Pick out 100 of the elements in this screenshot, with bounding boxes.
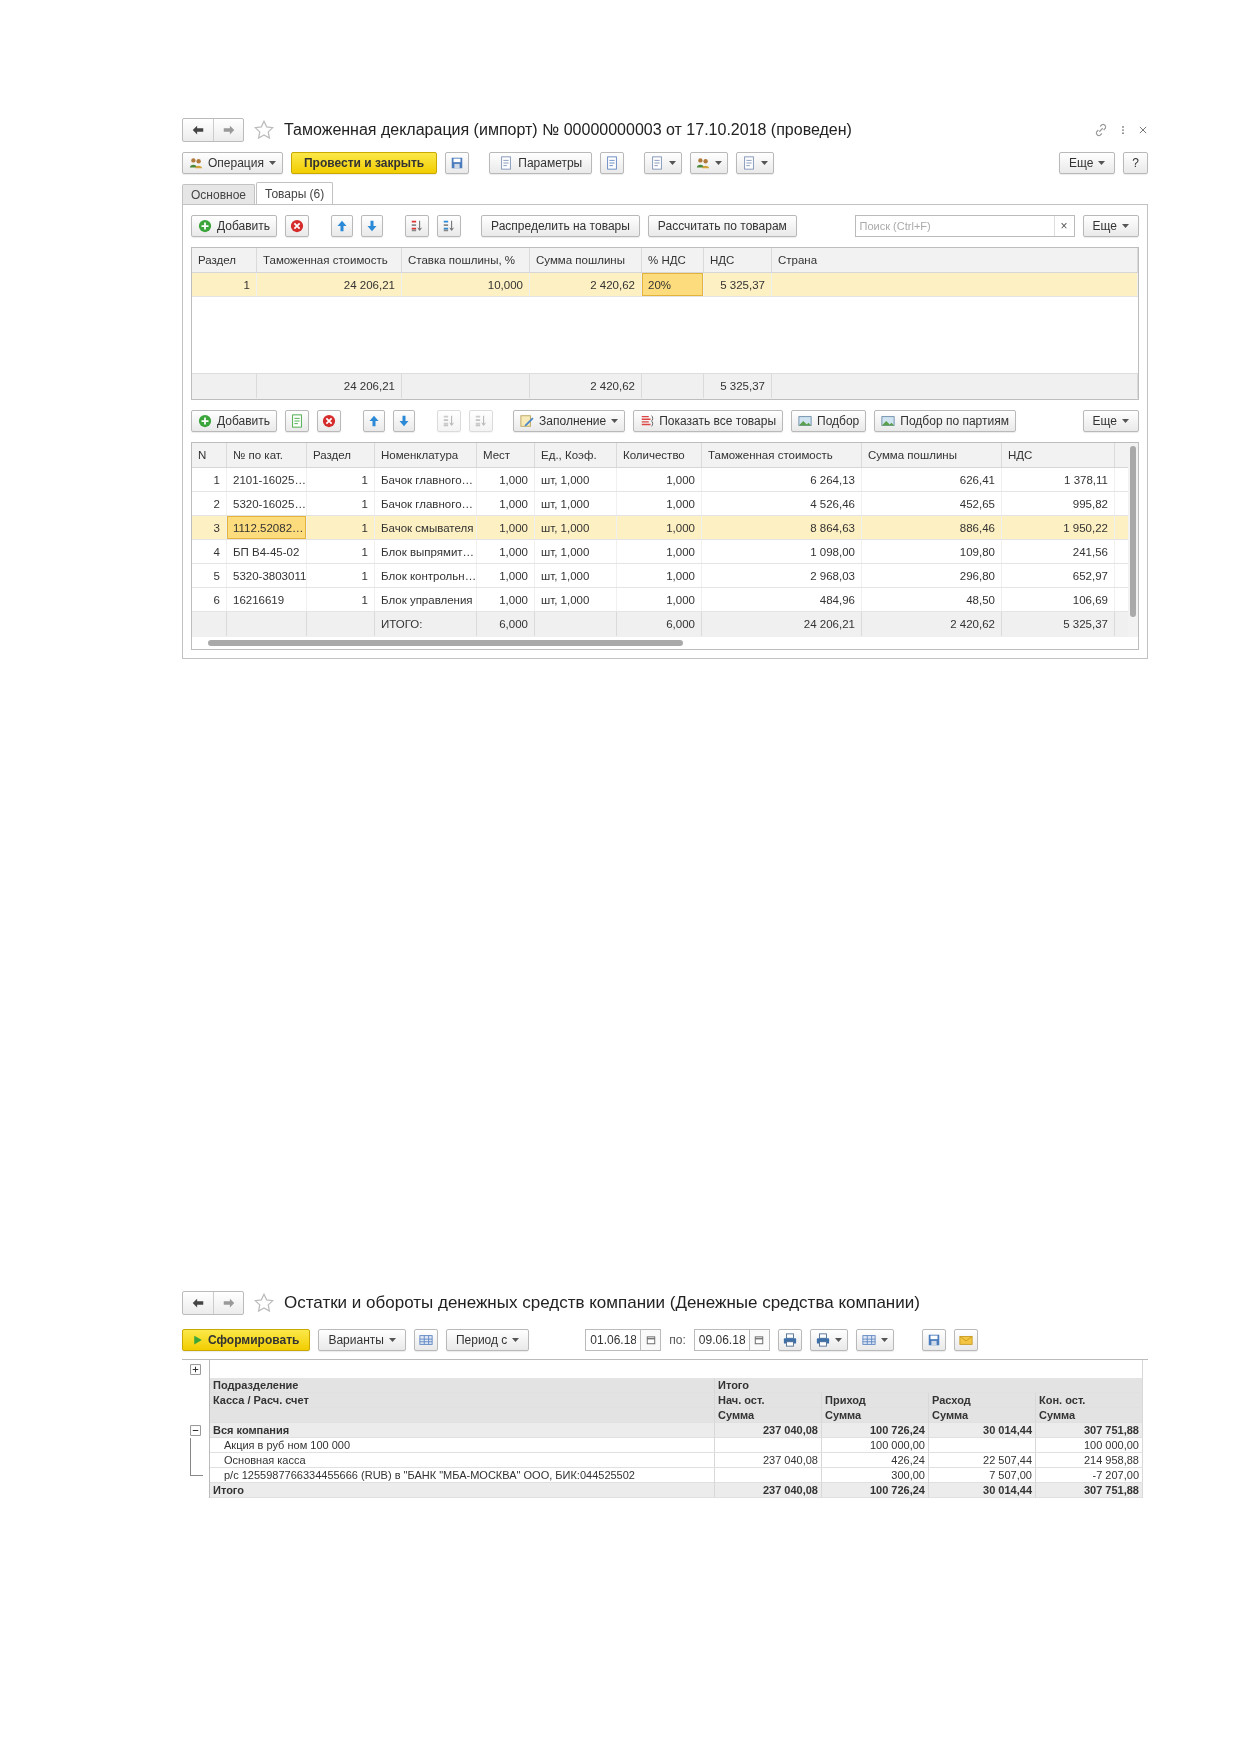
- move-down-button[interactable]: [393, 410, 416, 432]
- email-button[interactable]: [953, 1329, 978, 1351]
- header-cell: Приход: [822, 1393, 929, 1408]
- date-to-label: по:: [669, 1333, 686, 1347]
- add-button[interactable]: Добавить: [191, 410, 278, 432]
- column-header[interactable]: НДС: [1002, 443, 1115, 467]
- column-header[interactable]: Количество: [617, 443, 702, 467]
- column-header[interactable]: НДС: [704, 248, 772, 272]
- column-header[interactable]: Сумма пошлины: [862, 443, 1002, 467]
- table-row[interactable]: 4 БП В4-45-02 1 Блок выпрямит… 1,000 шт, 1,000 1,000 1 098,00 109,80 241,56: [192, 540, 1128, 564]
- column-header[interactable]: Раздел: [307, 443, 375, 467]
- date-from-field[interactable]: 01.06.18: [585, 1329, 642, 1351]
- link-icon: [1094, 123, 1108, 137]
- pick-button[interactable]: Подбор: [791, 410, 867, 432]
- caret-icon: [669, 161, 677, 165]
- column-header[interactable]: Страна: [772, 248, 1138, 272]
- more-button[interactable]: Еще: [1082, 215, 1139, 237]
- selected-table-row[interactable]: 1 24 206,21 10,000 2 420,62 20% 5 325,37: [192, 273, 1138, 297]
- more-button[interactable]: Еще: [1082, 410, 1139, 432]
- calendar-button[interactable]: [641, 1329, 662, 1351]
- settings-button[interactable]: [413, 1329, 438, 1351]
- table-row[interactable]: 6 16216619 1 Блок управления 1,000 шт, 1,000 1,000 484,96 48,50 106,69: [192, 588, 1128, 612]
- table-view-button[interactable]: [855, 1329, 894, 1351]
- sort-icon: [442, 219, 457, 233]
- search-field[interactable]: Поиск (Ctrl+F) ×: [854, 215, 1075, 237]
- variants-button[interactable]: Варианты: [318, 1329, 406, 1351]
- table-cell: шт, 1,000: [535, 588, 617, 611]
- operation-button[interactable]: Операция: [182, 152, 283, 174]
- header-cell: Нач. ост.: [715, 1393, 822, 1408]
- move-down-button[interactable]: [361, 215, 384, 237]
- parameters-button[interactable]: Параметры: [489, 152, 593, 174]
- selected-table-row[interactable]: 3 1112.52082… 1 Бачок смывателя 1,000 шт, 1,000 1,000 8 864,63 886,46 1 950,22: [192, 516, 1128, 540]
- pick-batches-button[interactable]: Подбор по партиям: [874, 410, 1016, 432]
- tab[interactable]: Товары (6): [256, 182, 334, 204]
- show-all-button[interactable]: Показать все товары: [633, 410, 784, 432]
- table-cell: Бачок смывателя: [375, 516, 477, 539]
- column-header[interactable]: Ставка пошлины, %: [402, 248, 530, 272]
- table-cell: 5320-16025…: [227, 492, 307, 515]
- collapse-icon[interactable]: [190, 1425, 201, 1436]
- total-cell: ИТОГО:: [375, 612, 477, 636]
- column-header[interactable]: Номенклатура: [375, 443, 477, 467]
- column-header[interactable]: Таможенная стоимость: [257, 248, 402, 272]
- date-to-field[interactable]: 09.06.18: [693, 1329, 750, 1351]
- copy-button[interactable]: [285, 410, 310, 432]
- table-cell: 6: [192, 588, 227, 611]
- report-title: Остатки и обороты денежных средств компании (Денежные средства компании): [284, 1293, 921, 1313]
- generate-button[interactable]: Сформировать: [182, 1329, 311, 1351]
- sort-ascending-button[interactable]: [405, 215, 430, 237]
- table-cell: 1: [307, 492, 375, 515]
- post-and-close-button[interactable]: Провести и закрыть: [290, 152, 438, 174]
- total-cell: 5 325,37: [704, 374, 772, 398]
- column-header[interactable]: % НДС: [642, 248, 704, 272]
- scrollbar[interactable]: [1128, 443, 1138, 637]
- column-header[interactable]: № по кат.: [227, 443, 307, 467]
- column-header[interactable]: N: [192, 443, 227, 467]
- column-header[interactable]: Ед., Коэф.: [535, 443, 617, 467]
- save-icon: [450, 156, 465, 170]
- move-up-button[interactable]: [331, 215, 354, 237]
- caret-icon: [1098, 161, 1106, 165]
- tab[interactable]: Основное: [182, 184, 255, 204]
- users-icon: [189, 156, 203, 170]
- printer-icon: [782, 1333, 797, 1347]
- list-icon: [640, 414, 655, 428]
- help-button[interactable]: ?: [1123, 152, 1148, 174]
- column-header[interactable]: Сумма пошлины: [530, 248, 642, 272]
- fill-button[interactable]: Заполнение: [513, 410, 626, 432]
- table-cell: 5320-3803011: [227, 564, 307, 587]
- table-row[interactable]: 1 2101-16025… 1 Бачок главного… 1,000 шт, 1,000 1,000 6 264,13 626,41 1 378,11: [192, 468, 1128, 492]
- table-cell: 2: [192, 492, 227, 515]
- table-row[interactable]: 5 5320-3803011 1 Блок контрольн… 1,000 шт, 1,000 1,000 2 968,03 296,80 652,97: [192, 564, 1128, 588]
- save-button[interactable]: [445, 152, 470, 174]
- table-row[interactable]: 2 5320-16025… 1 Бачок главного… 1,000 шт, 1,000 1,000 4 526,46 452,65 995,82: [192, 492, 1128, 516]
- delete-button[interactable]: [317, 410, 342, 432]
- print-button[interactable]: [809, 1329, 848, 1351]
- calculate-button[interactable]: Рассчитать по товарам: [647, 215, 797, 237]
- add-icon: [198, 219, 212, 233]
- move-up-button[interactable]: [363, 410, 386, 432]
- column-header[interactable]: Таможенная стоимость: [702, 443, 862, 467]
- caret-icon: [834, 1338, 842, 1342]
- value-cell: 307 751,88: [1036, 1483, 1143, 1498]
- column-header[interactable]: Раздел: [192, 248, 257, 272]
- save-button[interactable]: [921, 1329, 946, 1351]
- delete-button[interactable]: [285, 215, 310, 237]
- table-cell: 20%: [642, 273, 704, 296]
- table-cell: 1112.52082…: [227, 516, 307, 539]
- caret-icon: [1122, 419, 1129, 423]
- period-button[interactable]: Период с: [445, 1329, 530, 1351]
- table-cell: 1,000: [477, 564, 535, 587]
- related-menu-button[interactable]: [690, 152, 729, 174]
- add-button[interactable]: Добавить: [191, 215, 278, 237]
- distribute-button[interactable]: Распределить на товары: [481, 215, 640, 237]
- document-icon: [499, 156, 514, 170]
- table-cell: 1: [307, 540, 375, 563]
- sort-descending-button[interactable]: [437, 215, 462, 237]
- more-button[interactable]: Еще: [1058, 152, 1116, 174]
- calendar-button[interactable]: [749, 1329, 770, 1351]
- value-cell: 214 958,88: [1036, 1453, 1143, 1468]
- delete-icon: [322, 414, 337, 428]
- value-cell: 237 040,08: [715, 1453, 822, 1468]
- column-header[interactable]: Мест: [477, 443, 535, 467]
